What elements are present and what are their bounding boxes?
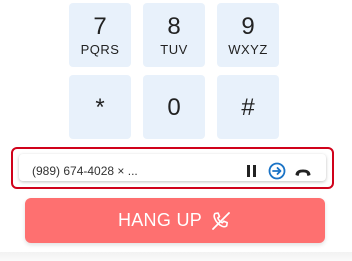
key-7[interactable]: 7 PQRS <box>69 3 131 67</box>
transfer-icon[interactable] <box>268 162 286 185</box>
key-9[interactable]: 9 WXYZ <box>217 3 279 67</box>
key-digit: 9 <box>241 12 255 40</box>
key-letters: WXYZ <box>228 41 268 57</box>
key-8[interactable]: 8 TUV <box>143 3 205 67</box>
key-star[interactable]: * <box>69 75 131 139</box>
key-digit: * <box>95 94 105 121</box>
pause-icon[interactable] <box>246 164 258 183</box>
key-digit: 8 <box>167 12 181 40</box>
key-hash[interactable]: # <box>217 75 279 139</box>
key-digit: 0 <box>167 94 181 121</box>
key-0[interactable]: 0 <box>143 75 205 139</box>
hang-up-button[interactable]: HANG UP <box>25 198 325 243</box>
call-number: (989) 674-4028 × ... <box>32 164 138 178</box>
hang-up-label: HANG UP <box>117 210 203 230</box>
key-letters: TUV <box>160 41 188 57</box>
footer-divider <box>0 252 352 261</box>
key-digit: 7 <box>93 12 107 40</box>
key-letters: PQRS <box>80 41 120 57</box>
hangup-phone-icon[interactable] <box>294 165 312 183</box>
key-digit: # <box>241 94 255 121</box>
phone-off-icon <box>210 210 232 232</box>
